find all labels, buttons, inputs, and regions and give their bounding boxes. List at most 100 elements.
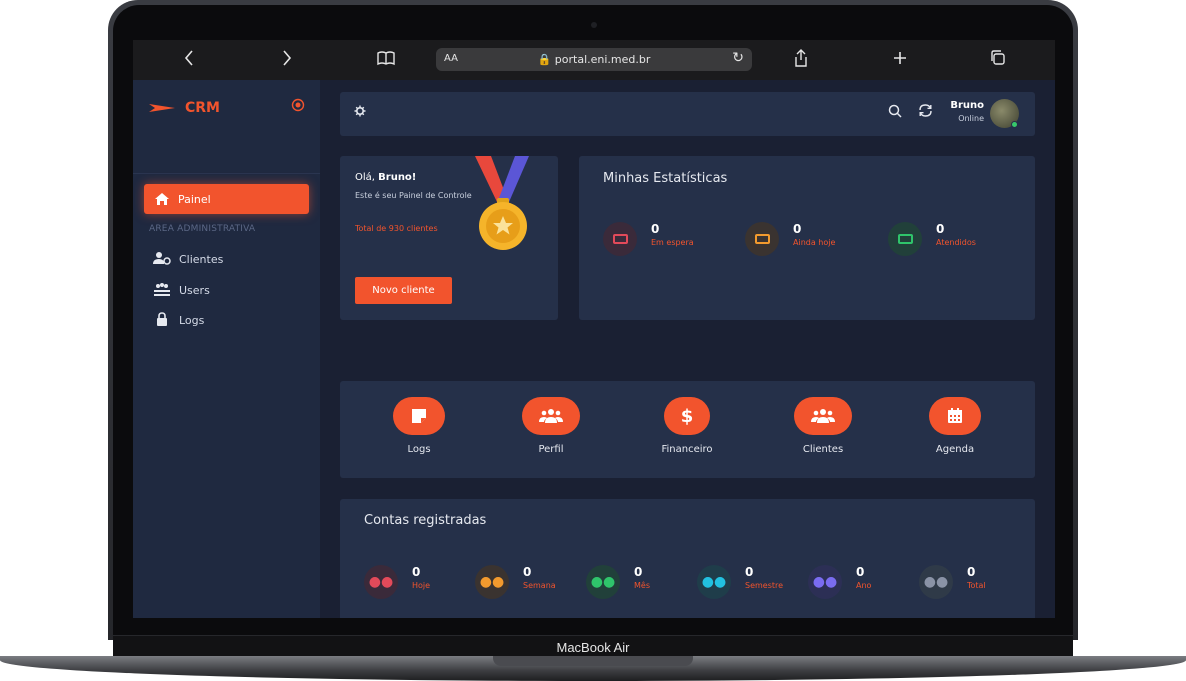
laptop-notch <box>493 656 693 666</box>
sidebar-item-users[interactable]: Users <box>153 282 210 299</box>
sidebar-item-label: Logs <box>179 314 205 327</box>
stat-label: Em espera <box>651 238 694 247</box>
account-label: Semana <box>523 581 556 590</box>
chevron-right-icon[interactable] <box>281 48 293 74</box>
shortcuts-card: Logs Perfil $ Financeiro Clientes Agenda <box>340 381 1035 478</box>
medal-icon <box>475 156 529 250</box>
home-icon <box>155 193 169 205</box>
account-label: Semestre <box>745 581 784 590</box>
book-icon[interactable] <box>376 48 396 74</box>
brand-logo[interactable]: CRM <box>149 100 220 116</box>
address-bar[interactable]: AA 🔒 portal.eni.med.br ↻ <box>436 48 752 71</box>
welcome-subtitle: Este é seu Painel de Controle <box>355 191 472 200</box>
accounts-card: Contas registradas ●● 0 Hoje ●● 0 Semana ●… <box>340 499 1035 618</box>
stat-item: 0 Atendidos <box>888 222 976 256</box>
account-stat: ●● 0 Semana <box>475 565 556 599</box>
stats-card: Minhas Estatísticas 0 Em espera 0 Ainda ho… <box>579 156 1035 320</box>
stat-value: 0 <box>793 222 802 236</box>
account-stat: ●● 0 Hoje <box>364 565 430 599</box>
plane-logo-icon <box>149 104 175 112</box>
stat-item: 0 Em espera <box>603 222 694 256</box>
sidebar-divider <box>133 173 320 174</box>
account-label: Mês <box>634 581 650 590</box>
target-icon[interactable] <box>291 98 305 116</box>
sidebar-item-clientes[interactable]: Clientes <box>153 251 223 268</box>
stat-label: Atendidos <box>936 238 976 247</box>
new-client-button[interactable]: Novo cliente <box>355 277 452 304</box>
lock-icon <box>153 312 171 329</box>
account-value: 0 <box>856 565 865 579</box>
users-icon: ●● <box>808 565 842 599</box>
account-stat: ●● 0 Semestre <box>697 565 783 599</box>
online-status-icon <box>1011 121 1018 128</box>
total-clients: Total de 930 clientes <box>355 224 438 233</box>
account-value: 0 <box>523 565 532 579</box>
welcome-greeting: Olá, Bruno! <box>355 172 417 183</box>
stat-value: 0 <box>936 222 945 236</box>
sidebar-section-title: AREA ADMINISTRATIVA <box>149 224 256 234</box>
calendar-icon <box>929 397 981 435</box>
reload-icon[interactable]: ↻ <box>732 50 744 66</box>
settings-icon[interactable] <box>354 105 366 120</box>
shortcut-perfil[interactable]: Perfil <box>496 397 606 455</box>
brand-name: CRM <box>185 100 220 116</box>
main-content: Bruno Online Olá, Bruno! Este é seu Pain… <box>320 80 1055 618</box>
sidebar-item-label: Users <box>179 284 210 297</box>
users-icon <box>522 397 580 435</box>
ticket-icon <box>888 222 922 256</box>
users-cog-icon <box>153 251 171 268</box>
browser-toolbar: AA 🔒 portal.eni.med.br ↻ <box>133 40 1055 80</box>
stats-title: Minhas Estatísticas <box>603 171 728 186</box>
welcome-card: Olá, Bruno! Este é seu Painel de Control… <box>340 156 558 320</box>
sidebar-item-label: Painel <box>178 192 211 206</box>
users-icon: ●● <box>475 565 509 599</box>
accounts-title: Contas registradas <box>364 513 487 528</box>
account-value: 0 <box>745 565 754 579</box>
users-icon: ●● <box>364 565 398 599</box>
account-stat: ●● 0 Total <box>919 565 986 599</box>
shortcut-label: Logs <box>407 444 431 455</box>
dollar-icon: $ <box>664 397 710 435</box>
users-icon <box>794 397 852 435</box>
sidebar-item-painel[interactable]: Painel <box>144 184 309 214</box>
stat-item: 0 Ainda hoje <box>745 222 835 256</box>
user-name[interactable]: Bruno <box>930 100 984 111</box>
share-icon[interactable] <box>793 48 809 74</box>
shortcut-label: Perfil <box>538 444 564 455</box>
device-label: MacBook Air <box>556 640 630 655</box>
search-icon[interactable] <box>888 104 902 122</box>
plus-icon[interactable] <box>892 48 908 74</box>
tabs-icon[interactable] <box>989 48 1007 74</box>
users-icon: ●● <box>697 565 731 599</box>
sidebar-item-logs[interactable]: Logs <box>153 312 204 329</box>
user-status: Online <box>958 114 984 123</box>
shortcut-agenda[interactable]: Agenda <box>900 397 1010 455</box>
account-label: Hoje <box>412 581 431 590</box>
account-value: 0 <box>412 565 421 579</box>
users-icon: ●● <box>919 565 953 599</box>
chevron-left-icon[interactable] <box>183 48 195 74</box>
account-label: Total <box>967 581 986 590</box>
shortcut-financeiro[interactable]: $ Financeiro <box>632 397 742 455</box>
id-cards-icon <box>153 282 171 299</box>
url-text: 🔒 portal.eni.med.br <box>537 53 651 66</box>
ticket-icon <box>603 222 637 256</box>
users-icon: ●● <box>586 565 620 599</box>
ticket-icon <box>745 222 779 256</box>
screen: AA 🔒 portal.eni.med.br ↻ CRM Painel AREA… <box>133 40 1055 618</box>
account-stat: ●● 0 Ano <box>808 565 871 599</box>
top-bar: Bruno Online <box>340 92 1035 136</box>
sidebar: CRM Painel AREA ADMINISTRATIVA Clientes … <box>133 80 320 618</box>
sidebar-item-label: Clientes <box>179 253 224 266</box>
stat-value: 0 <box>651 222 660 236</box>
shortcut-label: Financeiro <box>661 444 713 455</box>
account-value: 0 <box>634 565 643 579</box>
shortcut-logs[interactable]: Logs <box>364 397 474 455</box>
account-stat: ●● 0 Mês <box>586 565 650 599</box>
account-value: 0 <box>967 565 976 579</box>
stat-label: Ainda hoje <box>793 238 836 247</box>
account-label: Ano <box>856 581 872 590</box>
shortcut-clientes[interactable]: Clientes <box>768 397 878 455</box>
shortcut-label: Agenda <box>935 444 975 455</box>
sticky-note-icon <box>393 397 445 435</box>
